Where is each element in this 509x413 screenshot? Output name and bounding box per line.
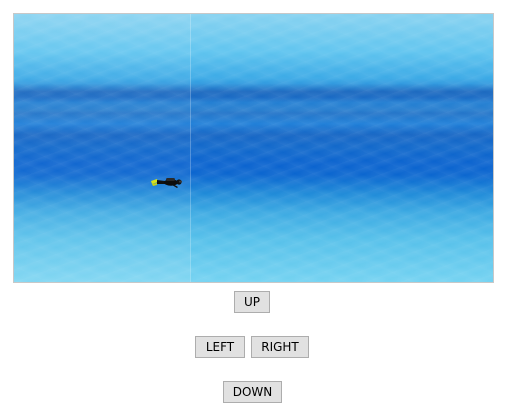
up-button[interactable]: UP [234,291,270,313]
background-tile-left [14,14,190,282]
background-tile-seam [190,14,191,282]
game-canvas[interactable] [13,13,494,283]
left-button[interactable]: LEFT [195,336,245,358]
down-button[interactable]: DOWN [223,381,282,403]
scuba-diver-icon [151,178,182,188]
right-button[interactable]: RIGHT [251,336,309,358]
